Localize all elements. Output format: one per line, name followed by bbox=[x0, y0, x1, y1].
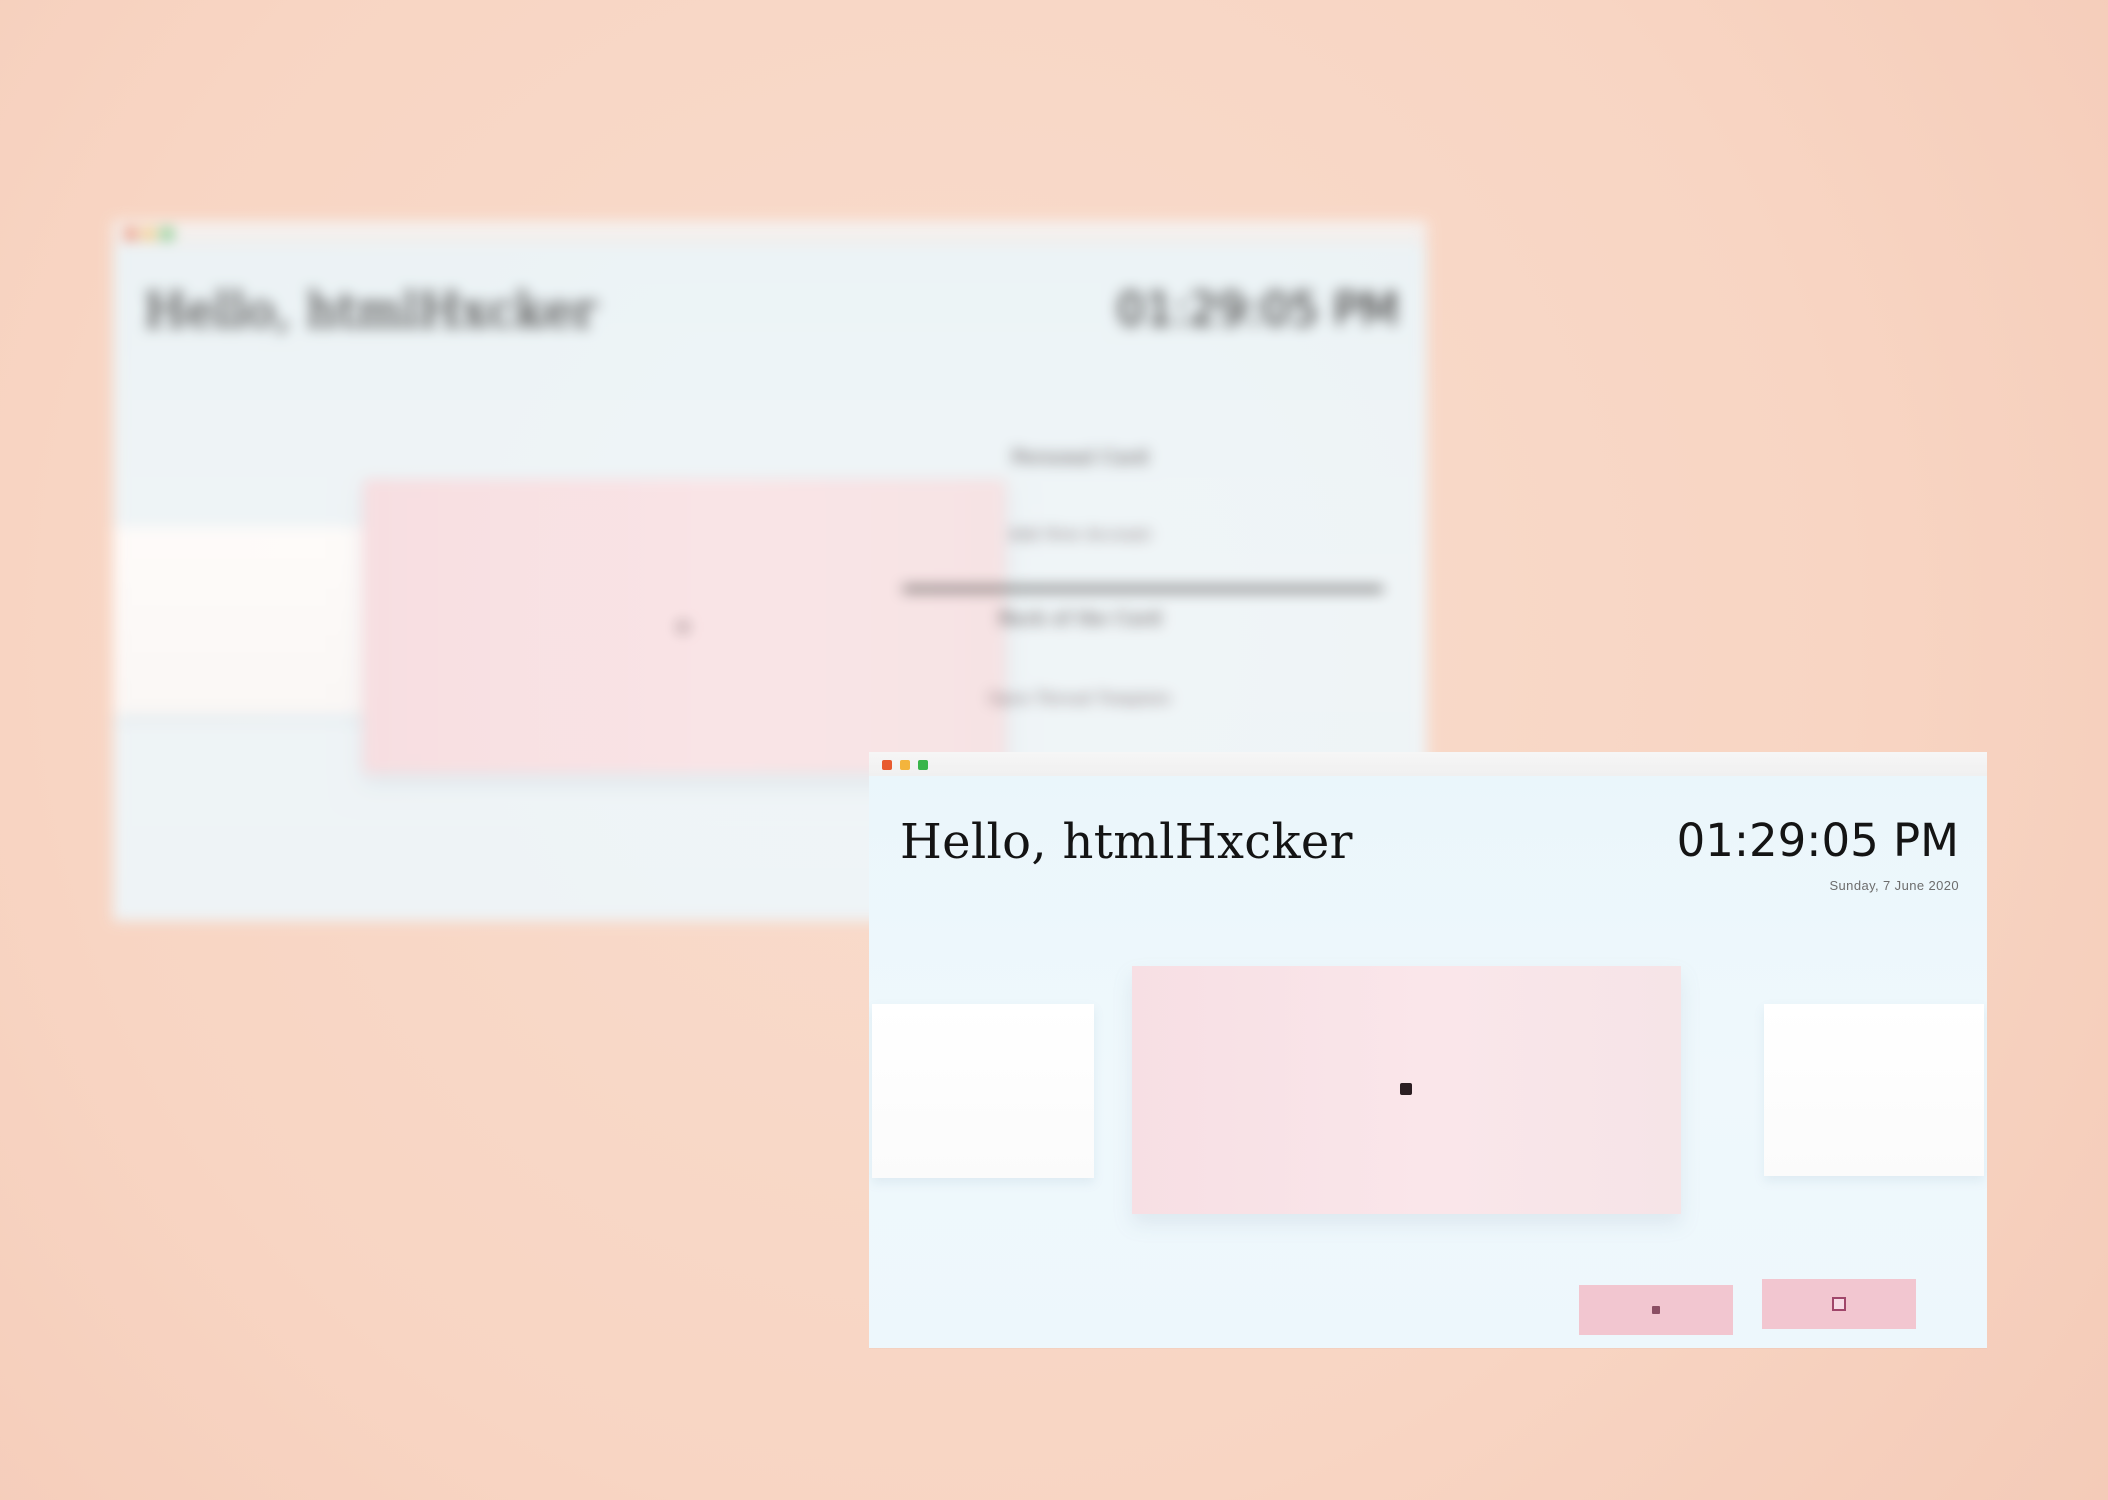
greeting-title: Hello, htmlHxcker bbox=[900, 814, 1353, 870]
back-left-card[interactable] bbox=[113, 527, 368, 715]
menu-item-add-account[interactable]: Add New Account bbox=[895, 527, 1265, 543]
menu-item-back-card[interactable]: Back of the Card bbox=[895, 608, 1265, 629]
minimize-icon[interactable] bbox=[900, 760, 910, 770]
menu-item-personal-card[interactable]: Personal Card bbox=[895, 447, 1265, 468]
maximize-icon[interactable] bbox=[918, 760, 928, 770]
menu-item-open-thread[interactable]: Open Thread Template bbox=[895, 691, 1265, 707]
clock: 01:29:05 PM bbox=[1676, 814, 1959, 867]
document-action-button[interactable] bbox=[1762, 1279, 1916, 1329]
back-greeting-title: Hello, htmlHxcker bbox=[144, 283, 597, 339]
minimize-icon[interactable] bbox=[144, 229, 154, 239]
card-icon bbox=[1400, 1083, 1412, 1095]
menu-divider bbox=[903, 587, 1383, 591]
front-window-controls bbox=[882, 760, 928, 770]
back-window-titlebar bbox=[113, 221, 1427, 245]
front-window-titlebar bbox=[869, 752, 1987, 776]
back-clock: 01:29:05 PM bbox=[1116, 283, 1399, 336]
date-text: Sunday, 7 June 2020 bbox=[1829, 878, 1959, 893]
left-preview-card[interactable] bbox=[872, 1004, 1094, 1178]
maximize-icon[interactable] bbox=[162, 229, 172, 239]
back-window-controls bbox=[126, 229, 172, 239]
square-action-button[interactable] bbox=[1579, 1285, 1733, 1335]
front-browser-window: Hello, htmlHxcker 01:29:05 PM Sunday, 7 … bbox=[869, 752, 1987, 1348]
close-icon[interactable] bbox=[882, 760, 892, 770]
center-card[interactable] bbox=[1132, 966, 1681, 1214]
right-preview-card[interactable] bbox=[1764, 1004, 1984, 1176]
document-icon bbox=[1832, 1297, 1846, 1311]
desktop-stage: Hello, htmlHxcker 01:29:05 PM Personal C… bbox=[0, 0, 2108, 1500]
close-icon[interactable] bbox=[126, 229, 136, 239]
square-icon bbox=[1652, 1306, 1660, 1314]
card-icon bbox=[677, 621, 689, 633]
